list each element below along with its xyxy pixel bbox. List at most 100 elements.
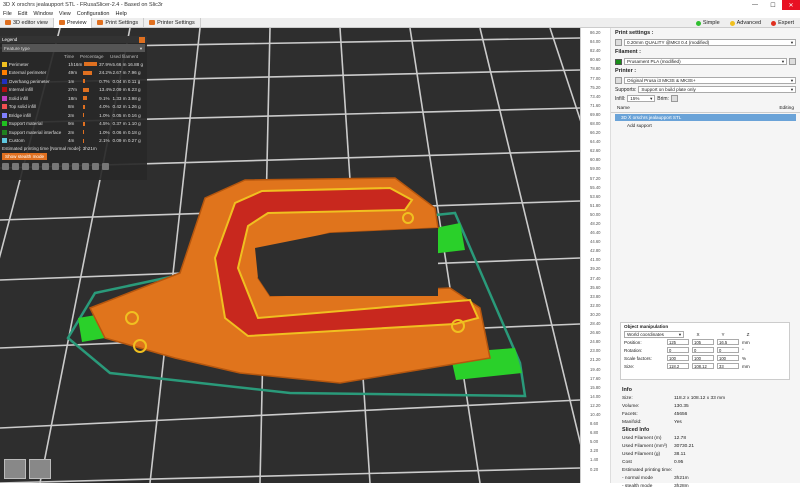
legend-row[interactable]: Perimeter 1h16m 37.9% 5.66 m 16.88 g bbox=[0, 60, 147, 69]
window-controls: — ☐ ✕ bbox=[746, 0, 800, 10]
custom-gcode-icon[interactable] bbox=[82, 163, 89, 170]
seam-icon[interactable] bbox=[42, 163, 49, 170]
legend-row[interactable]: Support material 9m 4.5% 0.37 m 1.10 g bbox=[0, 120, 147, 129]
normal-mode-time: 3h21m bbox=[674, 475, 689, 481]
gear-icon[interactable] bbox=[615, 39, 622, 46]
object-list-subitem[interactable]: Add support bbox=[611, 122, 800, 129]
color-swatch bbox=[2, 129, 7, 135]
chevron-down-icon: ▼ bbox=[139, 45, 143, 51]
tool-marker-icon[interactable] bbox=[102, 163, 109, 170]
infill-select[interactable]: 15% ▼ bbox=[627, 95, 656, 102]
printer-icon[interactable] bbox=[615, 77, 622, 84]
legend-row[interactable]: Bridge infill 2m 1.0% 0.05 m 0.16 g bbox=[0, 111, 147, 120]
layer-tick: 26.60 bbox=[590, 330, 601, 336]
travel-icon[interactable] bbox=[2, 163, 9, 170]
color-change-icon[interactable] bbox=[62, 163, 69, 170]
legend-row[interactable]: Solid infill 18m 9.1% 1.33 m 3.98 g bbox=[0, 94, 147, 103]
used-filament-g: 38.11 bbox=[674, 451, 686, 457]
menu-configuration[interactable]: Configuration bbox=[77, 11, 110, 17]
color-swatch bbox=[2, 138, 7, 144]
percentage-bar bbox=[83, 121, 86, 126]
layer-tick: 15.80 bbox=[590, 384, 601, 390]
menu-window[interactable]: Window bbox=[33, 11, 53, 17]
legend-row[interactable]: Internal infill 27m 13.4% 2.09 m 6.23 g bbox=[0, 86, 147, 95]
info-manifold: Yes bbox=[674, 419, 682, 425]
estimated-time-label: Estimated printing time: bbox=[622, 467, 673, 473]
legend-panel: Legend Feature type ▼ Time Percentage Use… bbox=[0, 36, 147, 180]
mode-advanced[interactable]: Advanced bbox=[729, 20, 761, 26]
percentage-bar bbox=[83, 62, 97, 67]
layer-tick: 39.20 bbox=[590, 266, 601, 272]
supports-select[interactable]: Support on build plate only ▼ bbox=[638, 86, 796, 93]
percentage-bar bbox=[83, 113, 85, 118]
mode-dot-icon bbox=[771, 20, 777, 26]
printer-profile-select[interactable]: Original Prusa i3 MK3S & MK3S+ ▼ bbox=[624, 77, 796, 84]
object-list-item[interactable]: 3D Ⅹ orschrs jealaupport STL bbox=[615, 114, 796, 121]
layer-tick: 21.20 bbox=[590, 357, 601, 363]
filament-profile-select[interactable]: Prusament PLA (modified) ▼ bbox=[624, 58, 787, 65]
edit-icon[interactable] bbox=[789, 58, 796, 65]
layer-tick: 60.80 bbox=[590, 157, 601, 163]
layer-slider[interactable]: 86.20 84.00 82.40 80.60 78.80 77.00 75.2… bbox=[580, 28, 610, 483]
layer-tick: 82.40 bbox=[590, 48, 601, 54]
legend-row[interactable]: Support material interface 2m 1.0% 0.06 m 0… bbox=[0, 128, 147, 137]
pause-icon[interactable] bbox=[72, 163, 79, 170]
tab-preview[interactable]: Preview bbox=[53, 17, 93, 28]
cost-value: 0.95 bbox=[674, 459, 684, 465]
print-settings-label: Print settings : bbox=[615, 30, 654, 36]
menu-help[interactable]: Help bbox=[115, 11, 126, 17]
percentage-bar bbox=[83, 138, 85, 143]
coord-system-select[interactable]: World coordinates ▼ bbox=[624, 330, 684, 338]
tool-change-icon[interactable] bbox=[52, 163, 59, 170]
3d-view-icon[interactable] bbox=[29, 459, 51, 479]
layers-view-icon[interactable] bbox=[4, 459, 26, 479]
tab-bar: 3D editor view Preview Print Settings Pr… bbox=[0, 17, 800, 28]
layer-tick: 77.00 bbox=[590, 75, 601, 81]
view-type-select[interactable]: Feature type ▼ bbox=[2, 44, 145, 52]
legend-row[interactable]: Overhang perimeter 1m 0.7% 0.04 m 0.11 g bbox=[0, 77, 147, 86]
tab-printer-settings[interactable]: Printer Settings bbox=[144, 17, 201, 28]
minimize-button[interactable]: — bbox=[746, 0, 764, 10]
chevron-down-icon: ▼ bbox=[649, 96, 654, 101]
chevron-down-icon: ▼ bbox=[790, 40, 794, 45]
filament-color-swatch[interactable] bbox=[615, 58, 622, 65]
layer-tick: 19.40 bbox=[590, 366, 601, 372]
layer-tick: 86.20 bbox=[590, 30, 601, 36]
deretraction-icon[interactable] bbox=[32, 163, 39, 170]
color-swatch bbox=[2, 87, 7, 93]
mode-selector: Simple Advanced Expert bbox=[695, 18, 794, 28]
close-button[interactable]: ✕ bbox=[782, 0, 800, 10]
layer-tick: 24.80 bbox=[590, 339, 601, 345]
menu-edit[interactable]: Edit bbox=[18, 11, 27, 17]
retraction-icon[interactable] bbox=[22, 163, 29, 170]
show-stealth-button[interactable]: Show stealth mode bbox=[2, 153, 48, 160]
gear-icon bbox=[97, 20, 104, 25]
tab-3d-editor[interactable]: 3D editor view bbox=[0, 17, 54, 28]
brim-checkbox[interactable] bbox=[670, 95, 678, 102]
menu-view[interactable]: View bbox=[59, 11, 71, 17]
menu-file[interactable]: File bbox=[3, 11, 12, 17]
legend-row[interactable]: Top solid infill 8m 4.0% 0.42 m 1.26 g bbox=[0, 103, 147, 112]
estimated-time: Estimated printing time [Normal mode]: 3… bbox=[2, 146, 97, 151]
shells-icon[interactable] bbox=[92, 163, 99, 170]
layer-tick: 10.40 bbox=[590, 411, 601, 417]
mode-expert[interactable]: Expert bbox=[771, 20, 794, 26]
print-profile-select[interactable]: 0.20mm QUALITY @MK3 0.4 (modified) ▼ bbox=[624, 39, 796, 46]
layer-tick: 6.80 bbox=[590, 430, 599, 436]
legend-row[interactable]: Custom 4m 2.1% 0.09 m 0.27 g bbox=[0, 137, 147, 146]
maximize-button[interactable]: ☐ bbox=[764, 0, 782, 10]
tab-print-settings[interactable]: Print Settings bbox=[92, 17, 145, 28]
layer-tick: 73.40 bbox=[590, 93, 601, 99]
collapse-icon[interactable] bbox=[139, 36, 145, 43]
filament-profile-row: Prusament PLA (modified) ▼ bbox=[611, 57, 800, 66]
legend-header[interactable]: Legend bbox=[0, 36, 147, 43]
layer-tick: 23.00 bbox=[590, 348, 601, 354]
infill-brim-row: Infill: 15% ▼ Brim: bbox=[611, 94, 800, 103]
layer-tick: 3.20 bbox=[590, 448, 599, 454]
wipe-icon[interactable] bbox=[12, 163, 19, 170]
layer-tick: 44.60 bbox=[590, 239, 601, 245]
legend-row[interactable]: External perimeter 49m 24.2% 2.67 m 7.96 g bbox=[0, 69, 147, 78]
percentage-bar bbox=[83, 79, 86, 84]
info-size: 118.2 x 108.12 x 33 mm bbox=[674, 395, 726, 401]
mode-simple[interactable]: Simple bbox=[695, 20, 720, 26]
